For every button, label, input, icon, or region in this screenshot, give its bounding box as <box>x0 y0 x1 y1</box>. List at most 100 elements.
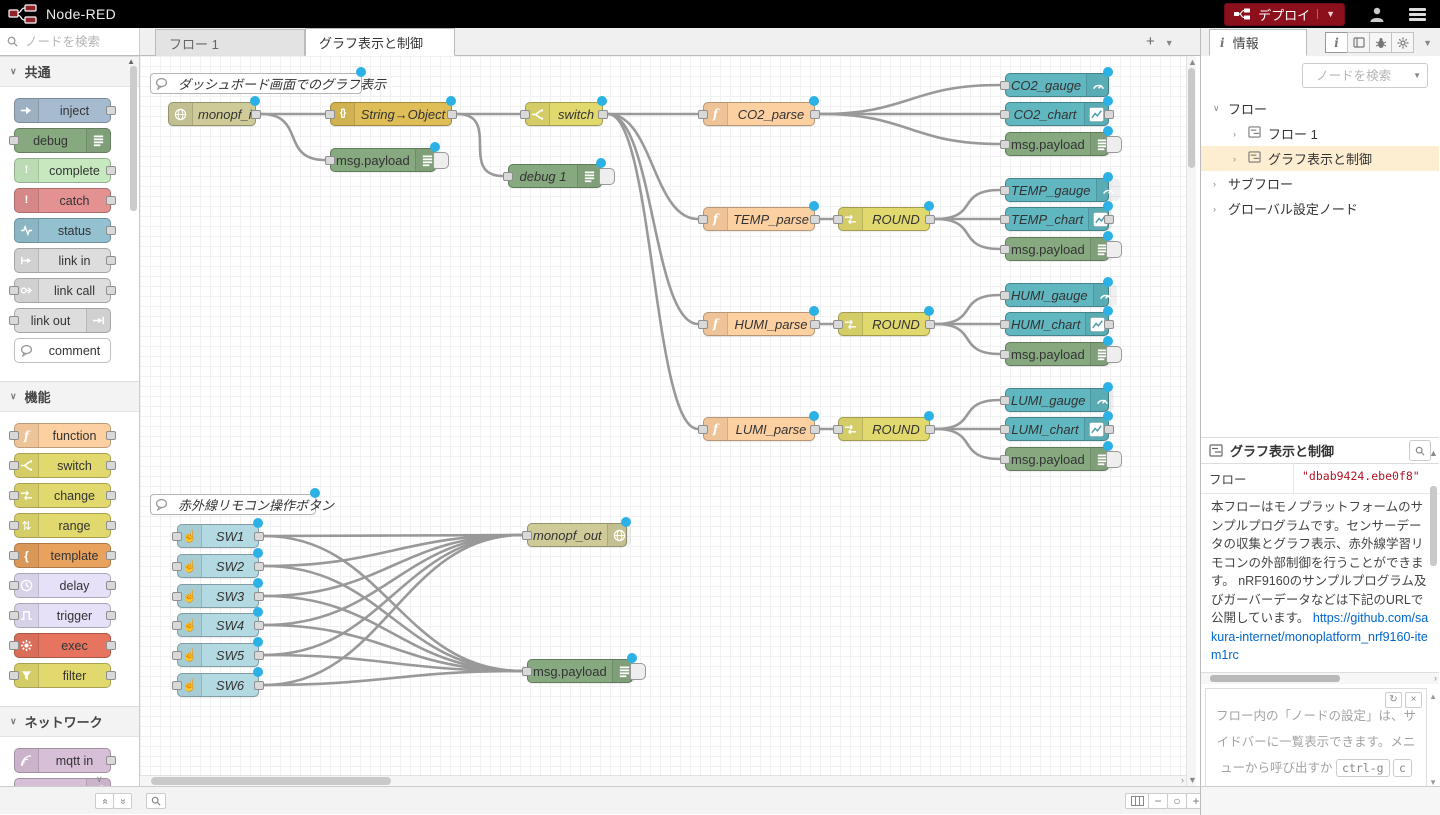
input-port[interactable] <box>698 110 708 119</box>
input-port[interactable] <box>1000 110 1010 119</box>
input-port[interactable] <box>9 136 19 145</box>
tree-item-フロー-1[interactable]: ›フロー 1 <box>1201 121 1439 146</box>
debug-toggle-button[interactable] <box>630 663 646 680</box>
tree-item-サブフロー[interactable]: ›サブフロー <box>1201 171 1439 196</box>
palette-node-inject[interactable]: inject <box>14 98 111 123</box>
node-SW4[interactable]: ☝SW4 <box>177 613 259 637</box>
sidebar-search[interactable]: ▼ <box>1302 63 1428 88</box>
input-port[interactable] <box>172 651 182 660</box>
output-port[interactable] <box>106 551 116 560</box>
wire[interactable] <box>935 400 1000 429</box>
output-port[interactable] <box>106 226 116 235</box>
wire[interactable] <box>264 535 522 655</box>
palette-node-link-call[interactable]: link call <box>14 278 111 303</box>
node-String-Object[interactable]: { }String→Object <box>330 102 452 126</box>
canvas-scroll-right-icon[interactable]: › <box>1181 775 1184 785</box>
wire[interactable] <box>935 190 1000 219</box>
add-flow-button[interactable]: + <box>1146 32 1155 54</box>
canvas-hscrollbar[interactable] <box>140 775 1186 786</box>
output-port[interactable] <box>106 431 116 440</box>
input-port[interactable] <box>172 681 182 690</box>
input-port[interactable] <box>9 641 19 650</box>
palette-node-catch[interactable]: !catch <box>14 188 111 213</box>
palette-category-header[interactable]: ∨ネットワーク <box>0 706 139 737</box>
input-port[interactable] <box>698 320 708 329</box>
input-port[interactable] <box>833 425 843 434</box>
node-ROUND[interactable]: ROUND <box>838 312 930 336</box>
canvas-hscroll-thumb[interactable] <box>151 777 391 785</box>
canvas-vscroll-thumb[interactable] <box>1188 68 1195 168</box>
node-SW3[interactable]: ☝SW3 <box>177 584 259 608</box>
wire[interactable] <box>264 596 522 671</box>
input-port[interactable] <box>9 671 19 680</box>
tree-item-グローバル設定ノード[interactable]: ›グローバル設定ノード <box>1201 196 1439 221</box>
output-port[interactable] <box>1104 320 1114 329</box>
wire[interactable] <box>608 114 698 429</box>
wire[interactable] <box>608 114 698 219</box>
input-port[interactable] <box>9 581 19 590</box>
debug-toggle-button[interactable] <box>1106 241 1122 258</box>
detail-scroll-up-icon[interactable]: ▲ <box>1429 448 1438 458</box>
output-port[interactable] <box>925 425 935 434</box>
input-port[interactable] <box>1000 186 1010 195</box>
node-HUMI_parse[interactable]: fHUMI_parse <box>703 312 815 336</box>
palette-category-header[interactable]: ∨共通 <box>0 56 139 87</box>
detail-hscrollbar[interactable] <box>1201 672 1439 684</box>
input-port[interactable] <box>1000 245 1010 254</box>
deploy-caret-icon[interactable]: ▼ <box>1317 9 1335 19</box>
node-debug-1[interactable]: debug 1 <box>508 164 602 188</box>
user-icon[interactable] <box>1369 6 1385 22</box>
output-port[interactable] <box>254 532 264 541</box>
wire[interactable] <box>820 114 1000 144</box>
input-port[interactable] <box>172 532 182 541</box>
wire[interactable] <box>935 429 1000 459</box>
debug-toggle-button[interactable] <box>1106 451 1122 468</box>
palette-node-delay[interactable]: delay <box>14 573 111 598</box>
node-msg-payload[interactable]: msg.payload <box>527 659 633 683</box>
palette-node-debug[interactable]: debug <box>14 128 111 153</box>
sidebar-debug-button[interactable] <box>1369 32 1392 53</box>
output-port[interactable] <box>106 581 116 590</box>
node-ROUND[interactable]: ROUND <box>838 207 930 231</box>
node-CO2_chart[interactable]: CO2_chart <box>1005 102 1109 126</box>
node-msg-payload[interactable]: msg.payload <box>1005 447 1109 471</box>
tip-refresh-icon[interactable]: ↻ <box>1385 692 1402 708</box>
palette-search[interactable] <box>0 28 140 56</box>
node-TEMP_chart[interactable]: TEMP_chart <box>1005 207 1109 231</box>
node-HUMI_chart[interactable]: HUMI_chart <box>1005 312 1109 336</box>
input-port[interactable] <box>9 491 19 500</box>
palette-node-trigger[interactable]: trigger <box>14 603 111 628</box>
canvas-vscrollbar[interactable]: ▲ ▼ <box>1186 56 1196 786</box>
wire[interactable] <box>935 295 1000 324</box>
tip-close-icon[interactable]: × <box>1405 692 1422 708</box>
flow-canvas[interactable]: ‹ › ダッシュボード画面でのグラフ表示赤外線リモコン操作ボタンmonopf_i… <box>140 56 1186 786</box>
node-TEMP_parse[interactable]: fTEMP_parse <box>703 207 815 231</box>
input-port[interactable] <box>325 156 335 165</box>
chevron-down-icon[interactable]: ∨ <box>1213 103 1221 114</box>
output-port[interactable] <box>810 425 820 434</box>
palette-node-change[interactable]: change <box>14 483 111 508</box>
input-port[interactable] <box>1000 425 1010 434</box>
input-port[interactable] <box>1000 455 1010 464</box>
output-port[interactable] <box>810 320 820 329</box>
sidebar-info-button[interactable]: i <box>1325 32 1348 53</box>
zoom-reset-button[interactable]: ○ <box>1167 793 1187 809</box>
output-port[interactable] <box>251 110 261 119</box>
sidebar-caret-icon[interactable]: ▼ <box>1423 38 1432 48</box>
zoom-out-button[interactable]: − <box>1148 793 1168 809</box>
input-port[interactable] <box>9 611 19 620</box>
palette-category-header[interactable]: ∨機能 <box>0 381 139 412</box>
sidebar-config-button[interactable] <box>1391 32 1414 53</box>
output-port[interactable] <box>254 592 264 601</box>
canvas-search-button[interactable] <box>146 793 166 809</box>
wire[interactable] <box>457 114 503 176</box>
output-port[interactable] <box>106 756 116 765</box>
wire[interactable] <box>820 85 1000 114</box>
node-msg-payload[interactable]: msg.payload <box>1005 132 1109 156</box>
node-LUMI_parse[interactable]: fLUMI_parse <box>703 417 815 441</box>
node-SW5[interactable]: ☝SW5 <box>177 643 259 667</box>
node-switch[interactable]: switch <box>525 102 603 126</box>
output-port[interactable] <box>106 286 116 295</box>
node-HUMI_gauge[interactable]: HUMI_gauge <box>1005 283 1109 307</box>
workspace-tab-グラフ表示と制御[interactable]: グラフ表示と制御 <box>305 28 455 56</box>
